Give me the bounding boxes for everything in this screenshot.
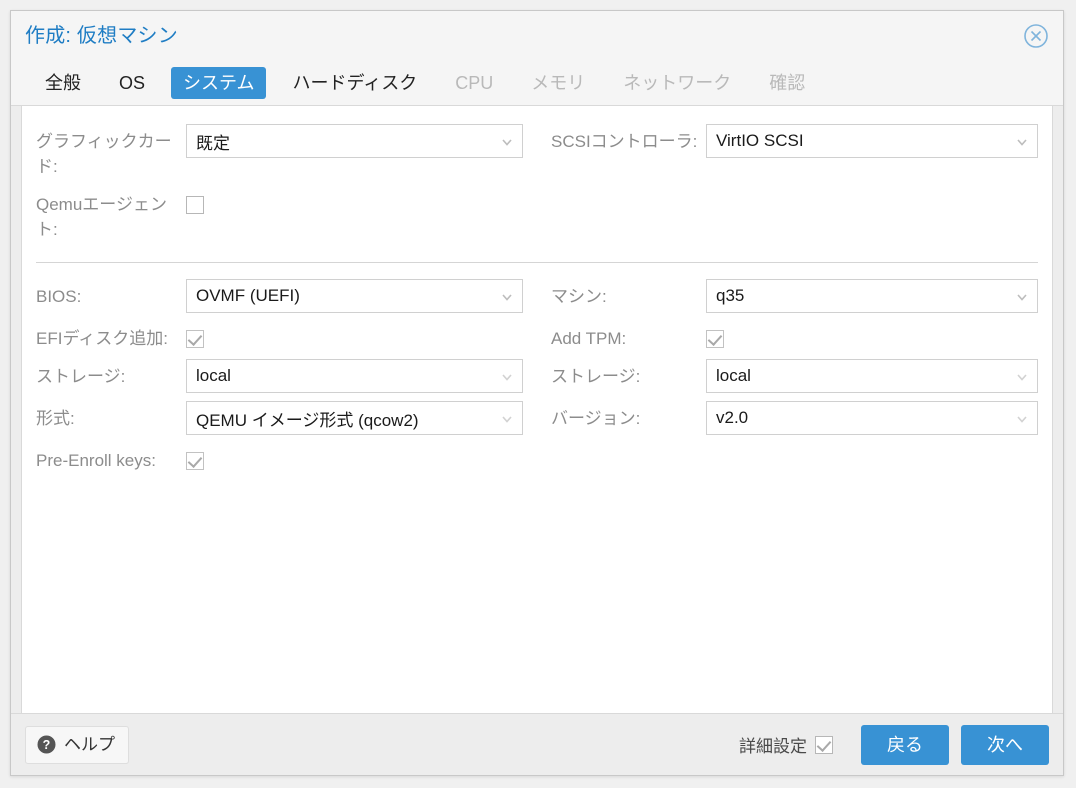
field-efi-format: 形式: QEMU イメージ形式 (qcow2) [36,401,523,435]
tpm-storage-select[interactable]: local [706,359,1038,393]
efi-format-label: 形式: [36,401,186,431]
scsi-controller-label: SCSIコントローラ: [551,124,706,154]
graphics-card-control: 既定 [186,124,523,158]
tpm-storage-value: local [716,366,751,386]
section-divider [36,262,1038,263]
efi-format-select[interactable]: QEMU イメージ形式 (qcow2) [186,401,523,435]
top-right-column: SCSIコントローラ: VirtIO SCSI [537,124,1052,250]
tpm-version-select[interactable]: v2.0 [706,401,1038,435]
chevron-down-icon [500,369,514,383]
help-button[interactable]: ? ヘルプ [25,726,129,764]
scsi-controller-control: VirtIO SCSI [706,124,1038,158]
tab-general[interactable]: 全般 [33,67,93,99]
add-efi-disk-control [186,321,523,348]
field-scsi-controller: SCSIコントローラ: VirtIO SCSI [551,124,1038,158]
bios-control: OVMF (UEFI) [186,279,523,313]
tab-cpu: CPU [443,67,505,99]
chevron-down-icon [500,411,514,425]
tab-confirm: 確認 [757,67,817,99]
scsi-controller-value: VirtIO SCSI [716,131,804,151]
dialog-titlebar: 作成: 仮想マシン [11,11,1063,61]
question-mark-circle-icon: ? [37,735,56,754]
tpm-version-label: バージョン: [551,401,706,431]
bottom-left-column: BIOS: OVMF (UEFI) EFIディスク追加: [22,279,537,481]
next-button[interactable]: 次へ [961,725,1049,765]
machine-control: q35 [706,279,1038,313]
field-machine: マシン: q35 [551,279,1038,313]
bios-select[interactable]: OVMF (UEFI) [186,279,523,313]
field-tpm-version: バージョン: v2.0 [551,401,1038,435]
back-button[interactable]: 戻る [861,725,949,765]
close-icon[interactable] [1023,23,1049,49]
qemu-agent-control [186,187,523,214]
chevron-down-icon [1015,411,1029,425]
tab-os[interactable]: OS [107,67,157,99]
bottom-section: BIOS: OVMF (UEFI) EFIディスク追加: [22,279,1052,481]
field-efi-storage: ストレージ: local [36,359,523,393]
field-graphics-card: グラフィックカード: 既定 [36,124,523,179]
dialog-title: 作成: 仮想マシン [25,23,178,49]
efi-storage-select[interactable]: local [186,359,523,393]
tab-memory: メモリ [519,67,597,99]
field-add-efi-disk: EFIディスク追加: [36,321,523,351]
efi-format-control: QEMU イメージ形式 (qcow2) [186,401,523,435]
add-efi-disk-checkbox[interactable] [186,330,204,348]
tpm-storage-label: ストレージ: [551,359,706,389]
scsi-controller-select[interactable]: VirtIO SCSI [706,124,1038,158]
machine-select[interactable]: q35 [706,279,1038,313]
chevron-down-icon [1015,369,1029,383]
efi-storage-control: local [186,359,523,393]
field-pre-enroll-keys: Pre-Enroll keys: [36,443,523,473]
field-bios: BIOS: OVMF (UEFI) [36,279,523,313]
advanced-checkbox[interactable] [815,736,833,754]
system-tab-panel: グラフィックカード: 既定 Qemuエージェント: [21,106,1053,713]
bios-label: BIOS: [36,279,186,309]
add-tpm-label: Add TPM: [551,321,706,351]
bios-value: OVMF (UEFI) [196,286,300,306]
tpm-storage-control: local [706,359,1038,393]
field-add-tpm: Add TPM: [551,321,1038,351]
pre-enroll-keys-control [186,443,523,470]
svg-text:?: ? [43,738,51,752]
dialog-footer: ? ヘルプ 詳細設定 戻る 次へ [11,713,1063,775]
advanced-toggle[interactable]: 詳細設定 [739,732,833,757]
tab-network: ネットワーク [611,67,743,99]
qemu-agent-label: Qemuエージェント: [36,187,186,242]
help-button-label: ヘルプ [64,734,115,756]
top-left-column: グラフィックカード: 既定 Qemuエージェント: [22,124,537,250]
machine-value: q35 [716,286,744,306]
pre-enroll-keys-label: Pre-Enroll keys: [36,443,186,473]
wizard-tabbar: 全般 OS システム ハードディスク CPU メモリ ネットワーク 確認 [11,61,1063,106]
field-tpm-storage: ストレージ: local [551,359,1038,393]
efi-storage-value: local [196,366,231,386]
chevron-down-icon [1015,289,1029,303]
create-vm-dialog: 作成: 仮想マシン 全般 OS システム ハードディスク CPU メモリ ネット… [10,10,1064,776]
tpm-version-value: v2.0 [716,408,748,428]
chevron-down-icon [500,289,514,303]
qemu-agent-checkbox[interactable] [186,196,204,214]
efi-format-value: QEMU イメージ形式 (qcow2) [196,406,419,431]
graphics-card-value: 既定 [196,129,230,154]
graphics-card-select[interactable]: 既定 [186,124,523,158]
tab-hard-disk[interactable]: ハードディスク [280,67,429,99]
chevron-down-icon [1015,134,1029,148]
add-tpm-checkbox[interactable] [706,330,724,348]
add-efi-disk-label: EFIディスク追加: [36,321,186,351]
bottom-right-column: マシン: q35 Add TPM: [537,279,1052,481]
chevron-down-icon [500,134,514,148]
field-qemu-agent: Qemuエージェント: [36,187,523,242]
tpm-version-control: v2.0 [706,401,1038,435]
top-section: グラフィックカード: 既定 Qemuエージェント: [22,124,1052,250]
tab-system[interactable]: システム [171,67,266,99]
graphics-card-label: グラフィックカード: [36,124,186,179]
advanced-label: 詳細設定 [739,732,807,757]
pre-enroll-keys-checkbox[interactable] [186,452,204,470]
efi-storage-label: ストレージ: [36,359,186,389]
machine-label: マシン: [551,279,706,309]
add-tpm-control [706,321,1038,348]
